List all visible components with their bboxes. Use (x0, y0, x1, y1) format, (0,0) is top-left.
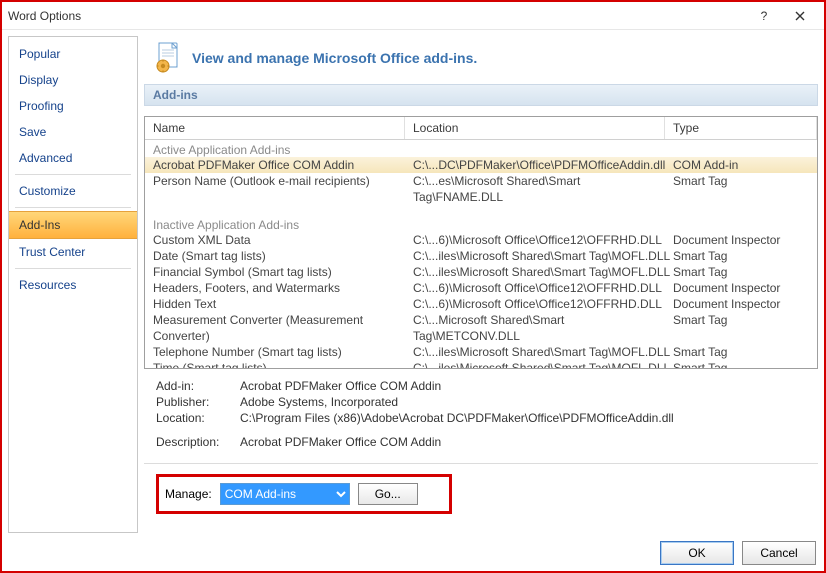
addin-details: Add-in:Acrobat PDFMaker Office COM Addin… (156, 379, 806, 449)
separator (144, 463, 818, 464)
detail-publisher-label: Publisher: (156, 395, 240, 409)
list-header: Name Location Type (145, 117, 817, 140)
list-row[interactable]: Time (Smart tag lists)C:\...iles\Microso… (145, 360, 817, 369)
column-location[interactable]: Location (405, 117, 665, 139)
go-button[interactable]: Go... (358, 483, 418, 505)
sidebar-item-popular[interactable]: Popular (9, 41, 137, 67)
manage-select[interactable]: COM Add-ins (220, 483, 350, 505)
sidebar-item-resources[interactable]: Resources (9, 272, 137, 298)
close-button[interactable] (782, 5, 818, 27)
window-title: Word Options (8, 9, 81, 23)
sidebar-item-display[interactable]: Display (9, 67, 137, 93)
detail-description-label: Description: (156, 435, 240, 449)
sidebar-item-advanced[interactable]: Advanced (9, 145, 137, 171)
sidebar-item-customize[interactable]: Customize (9, 178, 137, 204)
addins-icon (154, 42, 182, 74)
list-row[interactable]: Measurement Converter (Measurement Conve… (145, 312, 817, 344)
sidebar: Popular Display Proofing Save Advanced C… (8, 36, 138, 533)
list-row[interactable]: Date (Smart tag lists)C:\...iles\Microso… (145, 248, 817, 264)
detail-description-value: Acrobat PDFMaker Office COM Addin (240, 435, 441, 449)
manage-label: Manage: (165, 487, 212, 501)
ok-button[interactable]: OK (660, 541, 734, 565)
detail-addin-value: Acrobat PDFMaker Office COM Addin (240, 379, 441, 393)
detail-location-value: C:\Program Files (x86)\Adobe\Acrobat DC\… (240, 411, 674, 425)
sidebar-item-save[interactable]: Save (9, 119, 137, 145)
help-button[interactable]: ? (746, 5, 782, 27)
banner-text: View and manage Microsoft Office add-ins… (192, 50, 477, 66)
dialog-footer: OK Cancel (660, 541, 816, 565)
sidebar-item-trust-center[interactable]: Trust Center (9, 239, 137, 265)
column-name[interactable]: Name (145, 117, 405, 139)
banner: View and manage Microsoft Office add-ins… (144, 36, 818, 84)
list-row[interactable]: Headers, Footers, and WatermarksC:\...6)… (145, 280, 817, 296)
list-row[interactable]: Person Name (Outlook e-mail recipients) … (145, 173, 817, 205)
section-heading: Add-ins (144, 84, 818, 106)
manage-row: Manage: COM Add-ins Go... (156, 474, 452, 514)
list-row[interactable]: Custom XML DataC:\...6)\Microsoft Office… (145, 232, 817, 248)
detail-addin-label: Add-in: (156, 379, 240, 393)
detail-location-label: Location: (156, 411, 240, 425)
group-inactive: Inactive Application Add-ins (145, 215, 817, 232)
list-row[interactable]: Telephone Number (Smart tag lists)C:\...… (145, 344, 817, 360)
title-bar: Word Options ? (2, 2, 824, 30)
list-row[interactable]: Financial Symbol (Smart tag lists)C:\...… (145, 264, 817, 280)
list-row[interactable]: Acrobat PDFMaker Office COM Addin C:\...… (145, 157, 817, 173)
group-active: Active Application Add-ins (145, 140, 817, 157)
sidebar-item-proofing[interactable]: Proofing (9, 93, 137, 119)
sidebar-item-addins[interactable]: Add-Ins (9, 211, 137, 239)
detail-publisher-value: Adobe Systems, Incorporated (240, 395, 398, 409)
main-panel: View and manage Microsoft Office add-ins… (144, 36, 818, 535)
list-row[interactable]: Hidden TextC:\...6)\Microsoft Office\Off… (145, 296, 817, 312)
column-type[interactable]: Type (665, 117, 817, 139)
addins-list[interactable]: Name Location Type Active Application Ad… (144, 116, 818, 369)
cancel-button[interactable]: Cancel (742, 541, 816, 565)
